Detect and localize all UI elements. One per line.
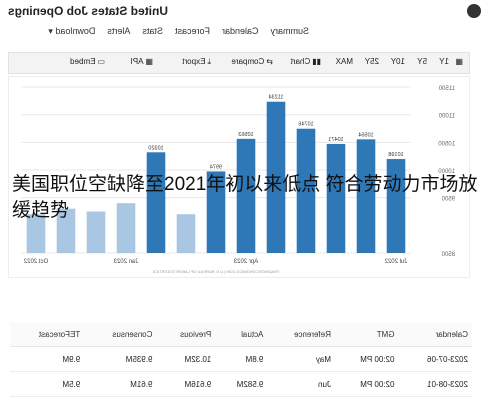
cell-actual: 9.8M (215, 346, 268, 372)
tab-forecast[interactable]: Forecast (175, 26, 210, 37)
api-button[interactable]: ▦API (131, 57, 153, 66)
bar-value-label: 10198 (388, 152, 403, 158)
bar-value-label: 10320 (148, 145, 163, 151)
grid-icon: ▦ (145, 57, 153, 66)
range-max[interactable]: MAX (336, 57, 353, 66)
table-header-row: Calendar GMT Reference Actual Previous C… (10, 322, 472, 347)
x-tick-label: Jul 2022 (384, 259, 407, 265)
bar-value-label: 10554 (358, 132, 373, 138)
bar-value-label: 9974 (210, 164, 222, 170)
cell-calendar: 2023-07-06 (398, 346, 472, 372)
download-icon: ⤓ (207, 57, 211, 66)
cell-teforecast: 9.5M (10, 371, 85, 397)
cell-previous: 10.32M (156, 346, 216, 372)
embed-button[interactable]: ▭Embed (70, 57, 105, 66)
cell-reference: Jun (267, 371, 335, 397)
cell-calendar: 2023-08-01 (398, 371, 472, 397)
y-tick-label: 10500 (438, 141, 455, 147)
cell-actual: 9.582M (215, 371, 268, 397)
calendar-table-wrapper: Calendar GMT Reference Actual Previous C… (10, 322, 472, 400)
calendar-icon[interactable]: ▦ (455, 57, 463, 66)
cell-gmt: 02:00 PM (334, 371, 399, 397)
compare-icon: ⇄ (266, 57, 273, 66)
logo-icon (467, 4, 481, 18)
range-25y[interactable]: 25Y (365, 57, 379, 66)
col-reference: Reference (267, 322, 335, 347)
page: United States Job Openings Summary Calen… (0, 0, 483, 400)
bar-value-label: 10746 (298, 122, 313, 128)
nav-tabs: Summary Calendar Forecast Stats Alerts D… (48, 26, 309, 37)
tab-stats[interactable]: Stats (142, 26, 163, 37)
cell-previous: 9.616M (156, 371, 216, 397)
tab-download-label: Download (55, 26, 96, 36)
table-row: 2023-07-06 02:00 PM May 9.8M 10.32M 9.93… (10, 346, 472, 372)
col-teforecast: TEForecast (10, 322, 85, 347)
bar-value-label: 10563 (238, 132, 253, 138)
col-gmt: GMT (334, 322, 399, 347)
x-tick-label: Apr 2023 (233, 259, 258, 265)
tab-alerts[interactable]: Alerts (107, 26, 130, 37)
cell-consensus: 9.61M (84, 371, 157, 397)
embed-icon: ▭ (97, 57, 105, 66)
col-calendar: Calendar (398, 322, 472, 347)
bar-chart-icon: ▮▮ (312, 57, 321, 66)
header-bar: United States Job Openings Summary Calen… (0, 0, 483, 50)
table-row: 2023-08-01 02:00 PM Jun 9.582M 9.616M 9.… (10, 371, 472, 397)
col-actual: Actual (215, 322, 268, 347)
chevron-down-icon: ▾ (48, 26, 53, 36)
chart-toolbar: ▦ 1Y 5Y 10Y 25Y MAX ▮▮Chart ⇄Compare ⤓Ex… (8, 52, 470, 74)
page-title: United States Job Openings (8, 4, 169, 18)
bar-value-label: 11234 (269, 95, 284, 101)
chart-source: TRADINGECONOMICS.COM | U.S. BUREAU OF LA… (152, 269, 279, 274)
export-button[interactable]: ⤓Export (182, 57, 211, 67)
api-button-label: API (130, 57, 144, 66)
compare-button[interactable]: ⇄Compare (231, 57, 273, 66)
tab-summary[interactable]: Summary (270, 26, 309, 37)
x-tick-label: Jan 2023 (113, 259, 138, 265)
embed-button-label: Embed (70, 57, 96, 66)
chart-button-label: Chart (290, 57, 311, 66)
tab-download[interactable]: Download ▾ (48, 26, 95, 37)
chart-button[interactable]: ▮▮Chart (291, 57, 321, 66)
range-1y[interactable]: 1Y (439, 57, 449, 66)
range-5y[interactable]: 5Y (417, 57, 427, 66)
cell-teforecast: 9.9M (10, 346, 85, 372)
y-tick-label: 11000 (438, 114, 455, 120)
overlay-headline: 美国职位空缺降至2021年初以来低点 符合劳动力市场放缓趋势 (12, 174, 478, 221)
cell-consensus: 9.935M (84, 346, 157, 372)
range-10y[interactable]: 10Y (391, 57, 405, 66)
tab-calendar[interactable]: Calendar (222, 26, 259, 37)
x-tick-label: Oct 2022 (23, 259, 48, 265)
export-button-label: Export (182, 57, 206, 66)
bar-value-label: 10471 (328, 137, 343, 143)
cell-reference: May (267, 346, 335, 372)
col-previous: Previous (156, 322, 216, 347)
calendar-table: Calendar GMT Reference Actual Previous C… (10, 322, 472, 397)
compare-button-label: Compare (231, 57, 265, 66)
y-tick-label: 11500 (438, 86, 455, 92)
col-consensus: Consensus (84, 322, 157, 347)
cell-gmt: 02:00 PM (334, 346, 399, 372)
y-tick-label: 8500 (441, 252, 455, 258)
